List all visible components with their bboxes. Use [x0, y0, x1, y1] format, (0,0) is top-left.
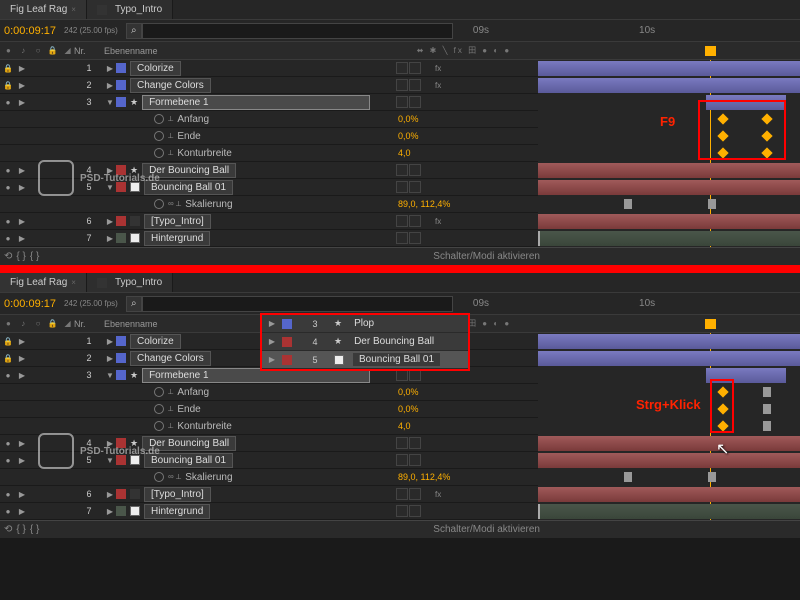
layer-row-6[interactable]: ●▶ 6 ▶[Typo_Intro] fx [0, 213, 538, 230]
timeline[interactable]: F9 [538, 60, 800, 247]
stopwatch-icon[interactable] [154, 114, 164, 124]
stopwatch-icon[interactable] [154, 131, 164, 141]
prop-ende[interactable]: ⟂Ende0,0% [0, 401, 538, 418]
timecode[interactable]: 0:00:09:17 [0, 298, 60, 310]
prop-skalierung[interactable]: ∞ ⟂Skalierung89,0, 112,4% [0, 196, 538, 213]
header-switches: ⬌ ✱ ╲ fx 田 ● ◐ ● [394, 45, 534, 56]
annotation-label: Strg+Klick [636, 397, 701, 412]
footer-toggle[interactable]: Schalter/Modi aktivieren [433, 251, 800, 262]
timecode[interactable]: 0:00:09:17 [0, 25, 60, 37]
stopwatch-icon[interactable] [154, 199, 164, 209]
cursor-icon: ↖ [716, 439, 729, 459]
popup-item-plop[interactable]: ▶3★Plop [262, 315, 468, 333]
timeline[interactable]: Strg+Klick ↖ [538, 333, 800, 520]
search-input[interactable] [142, 23, 453, 39]
layer-row-6[interactable]: ●▶6▶[Typo_Intro]fx [0, 486, 538, 503]
tab-fig-leaf[interactable]: Fig Leaf Rag× [0, 0, 87, 19]
layer-row-4[interactable]: ●▶ 4 ▶★Der Bouncing Ball [0, 162, 538, 179]
label-icon: ◢ [61, 44, 74, 58]
layer-row-5[interactable]: ●▶ 5 ▼Bouncing Ball 01 [0, 179, 538, 196]
curly-icon[interactable]: { } [16, 251, 25, 262]
eye-icon: ● [2, 44, 15, 58]
layer-row-2[interactable]: 🔒▶ 2 ▶Change Colors fx [0, 77, 538, 94]
fps-label: 242 (25.00 fps) [60, 26, 122, 35]
layer-row-1[interactable]: 🔒▶ 1 ▶Colorize fx [0, 60, 538, 77]
prop-konturbreite[interactable]: ⟂Konturbreite4,0 [0, 418, 538, 435]
prop-ende[interactable]: ⟂Ende0,0% [0, 128, 538, 145]
keyframe-ease-icon[interactable] [624, 199, 632, 209]
annotation-box [698, 100, 786, 160]
annotation-box [710, 379, 734, 433]
tab-bar: Fig Leaf Rag× Typo_Intro [0, 0, 800, 20]
prop-anfang[interactable]: ⟂Anfang0,0% [0, 111, 538, 128]
keyframe-ease-icon[interactable] [763, 421, 771, 431]
layer-row-4[interactable]: ●▶4▶★Der Bouncing Ball [0, 435, 538, 452]
shape-icon: ★ [130, 97, 138, 108]
header-name: Ebenenname [104, 46, 394, 56]
solo-icon: ○ [32, 44, 45, 58]
speaker-icon: ♪ [17, 44, 30, 58]
annotation-label: F9 [660, 114, 675, 129]
stopwatch-icon[interactable] [154, 148, 164, 158]
header-nr: Nr. [74, 46, 104, 56]
layer-row-7[interactable]: ●▶ 7 ▶Hintergrund [0, 230, 538, 247]
curly-icon[interactable]: { } [30, 524, 39, 535]
keyframe-ease-icon[interactable] [624, 472, 632, 482]
layer-row-3[interactable]: ●▶ 3 ▼★Formebene 1 [0, 94, 538, 111]
layer-row-7[interactable]: ●▶7▶Hintergrund [0, 503, 538, 520]
tab-typo-intro[interactable]: Typo_Intro [87, 273, 173, 292]
keyframe-ease-icon[interactable] [708, 472, 716, 482]
search-input[interactable] [142, 296, 453, 312]
keyframe-ease-icon[interactable] [763, 404, 771, 414]
curly-icon[interactable]: { } [30, 251, 39, 262]
close-icon[interactable]: × [71, 5, 76, 14]
tab-typo-intro[interactable]: Typo_Intro [87, 0, 173, 19]
search-icon[interactable]: ⌕ [126, 23, 142, 39]
layer-row-5[interactable]: ●▶5▼Bouncing Ball 01 [0, 452, 538, 469]
keyframe-ease-icon[interactable] [708, 199, 716, 209]
curly-icon[interactable]: { } [16, 524, 25, 535]
prop-skalierung[interactable]: ∞ ⟂Skalierung89,0, 112,4% [0, 469, 538, 486]
keyframe-ease-icon[interactable] [763, 387, 771, 397]
prop-konturbreite[interactable]: ⟂Konturbreite4,0 [0, 145, 538, 162]
shape-icon: ★ [130, 165, 138, 176]
time-ruler[interactable]: 09s10s [453, 25, 800, 36]
popup-item-bouncing[interactable]: ▶4★Der Bouncing Ball [262, 333, 468, 351]
tab-fig-leaf[interactable]: Fig Leaf Rag× [0, 273, 87, 292]
search-icon[interactable]: ⌕ [126, 296, 142, 312]
toggle-icon[interactable]: ⟲ [4, 251, 12, 262]
popup-item-bouncing01[interactable]: ▶5Bouncing Ball 01 [262, 351, 468, 369]
lock-icon: 🔒 [46, 44, 59, 58]
parent-popup: ▶3★Plop ▶4★Der Bouncing Ball ▶5Bouncing … [260, 313, 470, 371]
toggle-icon[interactable]: ⟲ [4, 524, 12, 535]
prop-anfang[interactable]: ⟂Anfang0,0% [0, 384, 538, 401]
